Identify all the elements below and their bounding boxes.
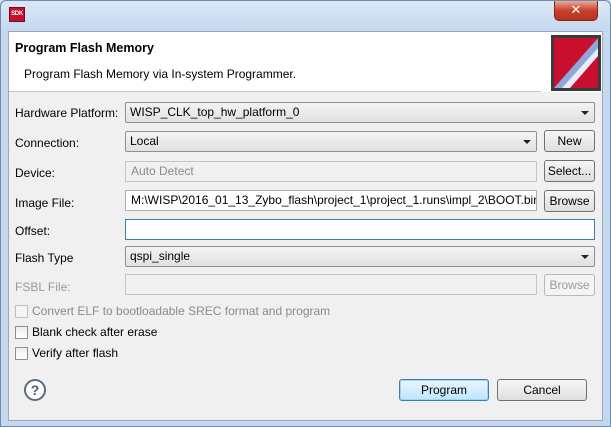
sdk-app-icon: SDK — [9, 7, 25, 22]
image-file-field[interactable]: M:\WISP\2016_01_13_Zybo_flash\project_1\… — [125, 190, 537, 211]
dialog-header: Program Flash Memory Program Flash Memor… — [9, 32, 602, 92]
close-button[interactable]: ✕ — [554, 1, 598, 21]
connection-dropdown[interactable]: Local — [125, 131, 537, 152]
select-device-button[interactable]: Select... — [544, 160, 595, 182]
flash-type-value: qspi_single — [130, 249, 191, 263]
image-file-label: Image File: — [15, 196, 75, 210]
fsbl-file-field — [125, 274, 537, 295]
xilinx-sdk-logo-icon — [541, 32, 602, 92]
help-icon[interactable]: ? — [24, 379, 46, 401]
convert-elf-checkbox: Convert ELF to bootloadable SREC format … — [15, 304, 345, 319]
chevron-down-icon — [581, 111, 589, 115]
connection-value: Local — [130, 134, 159, 148]
flash-type-dropdown[interactable]: qspi_single — [125, 246, 595, 267]
dialog-client-area: Program Flash Memory Program Flash Memor… — [8, 31, 603, 421]
offset-field[interactable] — [125, 219, 595, 240]
dialog-description: Program Flash Memory via In-system Progr… — [24, 67, 297, 81]
program-button[interactable]: Program — [399, 379, 489, 401]
new-connection-button[interactable]: New — [544, 130, 595, 152]
verify-label: Verify after flash — [32, 346, 119, 360]
blank-check-label: Blank check after erase — [32, 325, 158, 339]
chevron-down-icon — [581, 255, 589, 259]
connection-label: Connection: — [15, 136, 80, 150]
title-bar: SDK ✕ — [1, 1, 610, 27]
hardware-platform-value: WISP_CLK_top_hw_platform_0 — [130, 105, 300, 119]
device-label: Device: — [15, 166, 56, 180]
checkbox-box — [15, 347, 28, 360]
verify-checkbox[interactable]: Verify after flash — [15, 346, 145, 361]
cancel-button[interactable]: Cancel — [497, 379, 587, 401]
dialog-title: Program Flash Memory — [15, 41, 154, 55]
offset-label: Offset: — [15, 224, 51, 238]
browse-fsbl-button: Browse — [544, 274, 595, 296]
checkbox-box — [15, 305, 28, 318]
browse-image-button[interactable]: Browse — [544, 190, 595, 212]
program-flash-dialog: SDK ✕ Program Flash Memory Program Flash… — [0, 0, 611, 427]
checkbox-box — [15, 326, 28, 339]
hardware-platform-dropdown[interactable]: WISP_CLK_top_hw_platform_0 — [125, 102, 595, 123]
hardware-platform-label: Hardware Platform: — [15, 106, 119, 120]
flash-type-label: Flash Type — [15, 251, 74, 265]
fsbl-file-label: FSBL File: — [15, 280, 71, 294]
chevron-down-icon — [523, 140, 531, 144]
device-field: Auto Detect — [125, 161, 537, 182]
convert-elf-label: Convert ELF to bootloadable SREC format … — [32, 304, 331, 318]
blank-check-checkbox[interactable]: Blank check after erase — [15, 325, 175, 340]
